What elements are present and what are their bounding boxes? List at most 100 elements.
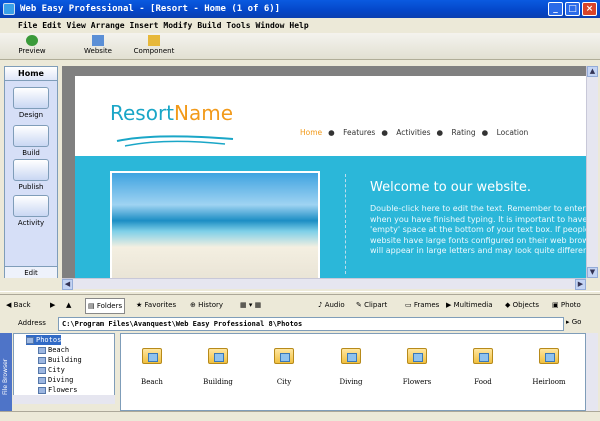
minimize-button[interactable]: _	[548, 2, 563, 16]
scroll-left-button[interactable]: ◀	[62, 279, 73, 290]
file-label: Flowers	[402, 378, 432, 386]
objects-tab[interactable]: ◆ Objects	[505, 296, 539, 314]
menu-bar: File Edit View Arrange Insert Modify Build Tool…	[0, 18, 600, 33]
tree-item[interactable]: Flowers	[38, 385, 78, 395]
frames-tab[interactable]: ▭ Frames	[405, 296, 439, 314]
website-button[interactable]: Website	[80, 35, 116, 59]
frames-label: Frames	[413, 301, 440, 309]
file-browser-tab[interactable]: File Browser	[0, 333, 12, 421]
file-item[interactable]: Building	[195, 348, 241, 386]
menu-tools[interactable]: Tools	[226, 18, 250, 33]
menu-modify[interactable]: Modify	[163, 18, 192, 33]
design-label: Design	[18, 111, 44, 119]
window-title: Web Easy Professional - [Resort - Home (…	[20, 4, 281, 14]
nav-features[interactable]: Features	[343, 128, 375, 137]
build-button[interactable]	[13, 125, 49, 147]
activity-button[interactable]	[13, 195, 49, 217]
menu-edit[interactable]: Edit	[42, 18, 61, 33]
web-page[interactable]: ResortName Home ● Features ● Activities ● R…	[75, 76, 586, 278]
text-line: will appear in large letters and may loo…	[370, 246, 586, 255]
maximize-button[interactable]: □	[565, 2, 580, 16]
tree-item[interactable]: Diving	[38, 375, 73, 385]
file-item[interactable]: Beach	[129, 348, 175, 386]
folder-icon	[38, 386, 46, 394]
component-button[interactable]: Component	[132, 35, 176, 59]
title-bar: Web Easy Professional - [Resort - Home (…	[0, 0, 600, 18]
folders-button[interactable]: ▤ Folders	[85, 298, 126, 314]
up-folder-icon[interactable]: ▲	[66, 296, 71, 314]
canvas-horizontal-scrollbar[interactable]: ◀ ▶	[62, 278, 586, 290]
audio-tab[interactable]: ♪ Audio	[318, 296, 345, 314]
welcome-text[interactable]: Double-click here to edit the text. Reme…	[370, 204, 586, 257]
edit-tab[interactable]: Edit	[5, 266, 57, 278]
clipart-tab[interactable]: ✎ Clipart	[356, 296, 387, 314]
logo-wave-icon	[116, 135, 234, 147]
photo-tab[interactable]: ▣ Photo	[552, 296, 581, 314]
welcome-heading[interactable]: Welcome to our website.	[370, 180, 531, 195]
file-item[interactable]: Heirloom	[526, 348, 572, 386]
address-input[interactable]: C:\Program Files\Avanquest\Web Easy Prof…	[58, 317, 564, 331]
nav-location[interactable]: Location	[497, 128, 529, 137]
file-item[interactable]: Diving	[328, 348, 374, 386]
address-bar: Address C:\Program Files\Avanquest\Web E…	[0, 316, 600, 332]
close-button[interactable]: ×	[582, 2, 597, 16]
menu-build[interactable]: Build	[197, 18, 221, 33]
folder-icon	[38, 356, 46, 364]
scroll-up-button[interactable]: ▲	[587, 66, 598, 77]
site-logo[interactable]: ResortName	[110, 101, 233, 125]
website-icon	[92, 35, 104, 46]
photo-folder-icon	[142, 348, 162, 364]
go-label: Go	[571, 318, 582, 326]
publish-button[interactable]	[13, 159, 49, 181]
splitter[interactable]	[0, 291, 600, 295]
photo-folder-icon	[539, 348, 559, 364]
tree-item[interactable]: City	[38, 365, 65, 375]
multimedia-tab[interactable]: ▶ Multimedia	[446, 296, 493, 314]
menu-arrange[interactable]: Arrange	[91, 18, 125, 33]
preview-button[interactable]: Preview	[14, 35, 50, 59]
file-label: Heirloom	[532, 378, 566, 386]
go-button[interactable]: ▸ Go	[566, 318, 581, 326]
file-item[interactable]: City	[261, 348, 307, 386]
tree-item[interactable]: Building	[38, 355, 82, 365]
view-icon[interactable]: ▦ ▾ ▦	[240, 296, 261, 314]
design-canvas[interactable]: ResortName Home ● Features ● Activities ● R…	[62, 66, 586, 278]
menu-window[interactable]: Window	[256, 18, 285, 33]
forward-icon[interactable]: ▶	[50, 296, 55, 314]
app-icon	[3, 3, 15, 15]
canvas-vertical-scrollbar[interactable]: ▲ ▼	[586, 66, 598, 278]
nav-home[interactable]: Home	[300, 128, 322, 137]
file-item[interactable]: Food	[460, 348, 506, 386]
beach-photo[interactable]	[110, 171, 320, 278]
menu-help[interactable]: Help	[289, 18, 308, 33]
text-line: Double-click here to edit the text. Reme…	[370, 204, 586, 213]
file-label: Diving	[339, 378, 363, 386]
file-list[interactable]: Beach Building City Diving Flowers Food …	[120, 333, 586, 411]
logo-resort: Resort	[110, 101, 175, 125]
favorites-button[interactable]: ★ Favorites	[136, 296, 176, 314]
nav-activities[interactable]: Activities	[396, 128, 430, 137]
tree-item-label: Diving	[48, 376, 74, 384]
nav-rating[interactable]: Rating	[451, 128, 475, 137]
divider	[345, 174, 346, 274]
status-bar	[0, 411, 600, 421]
file-item[interactable]: Flowers	[394, 348, 440, 386]
publish-label: Publish	[18, 183, 44, 191]
scroll-down-button[interactable]: ▼	[587, 267, 598, 278]
menu-insert[interactable]: Insert	[130, 18, 159, 33]
file-list-scrollbar[interactable]	[586, 333, 598, 411]
design-button[interactable]	[13, 87, 49, 109]
tree-item[interactable]: Beach	[38, 345, 69, 355]
objects-label: Objects	[512, 301, 540, 309]
tree-scrollbar[interactable]	[13, 395, 115, 404]
text-line: when you have finished typing. It is imp…	[370, 214, 586, 224]
back-button[interactable]: ◀ Back	[6, 296, 31, 314]
history-button[interactable]: ⊕ History	[190, 296, 223, 314]
folder-tree[interactable]: Photos Beach Building City Diving Flower…	[13, 333, 115, 403]
component-label: Component	[133, 47, 175, 55]
tree-root-photos[interactable]: Photos	[26, 335, 62, 345]
menu-view[interactable]: View	[67, 18, 86, 33]
menu-file[interactable]: File	[18, 18, 37, 33]
scroll-right-button[interactable]: ▶	[575, 279, 586, 290]
folder-icon	[38, 376, 46, 384]
